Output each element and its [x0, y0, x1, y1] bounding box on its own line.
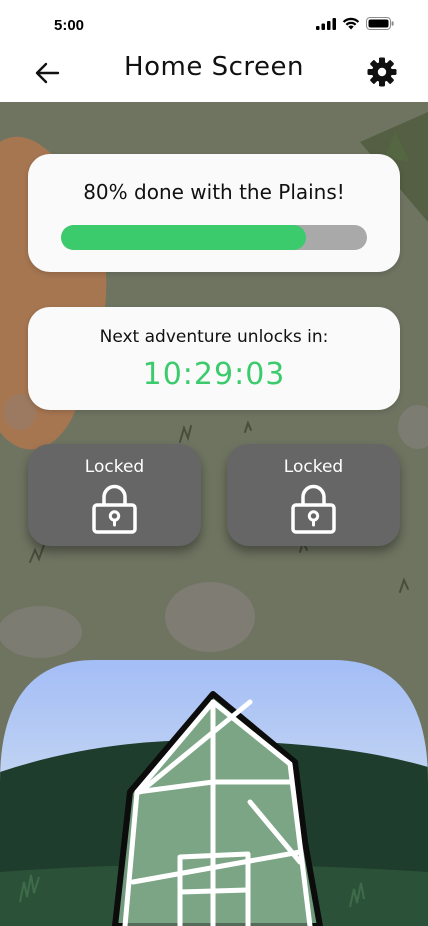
battery-icon — [366, 17, 394, 30]
lock-icon — [291, 484, 336, 534]
locked-label: Locked — [283, 457, 344, 477]
status-bar: 5:00 — [0, 0, 428, 48]
timer-value: 10:29:03 — [142, 357, 286, 392]
locked-label: Locked — [84, 457, 145, 477]
unlock-timer-card: Next adventure unlocks in: 10:29:03 — [28, 307, 400, 410]
locked-adventure-tile[interactable]: Locked — [28, 444, 201, 546]
status-time: 5:00 — [54, 17, 85, 34]
lock-icon — [92, 484, 137, 534]
progress-fill — [61, 225, 306, 250]
wifi-icon — [342, 17, 360, 30]
timer-label: Next adventure unlocks in: — [99, 327, 329, 347]
nav-bar: Home Screen — [0, 48, 428, 102]
locked-adventure-tile[interactable]: Locked — [227, 444, 400, 546]
home-content: 80% done with the Plains! Next adventure… — [0, 102, 428, 926]
gear-icon — [367, 57, 397, 87]
greenhouse-scene — [0, 660, 428, 926]
progress-text: 80% done with the Plains! — [83, 180, 345, 204]
progress-card: 80% done with the Plains! — [28, 154, 400, 272]
status-icons — [316, 17, 394, 30]
signal-icon — [316, 17, 336, 30]
progress-bar — [61, 225, 367, 250]
settings-button[interactable] — [362, 52, 402, 92]
